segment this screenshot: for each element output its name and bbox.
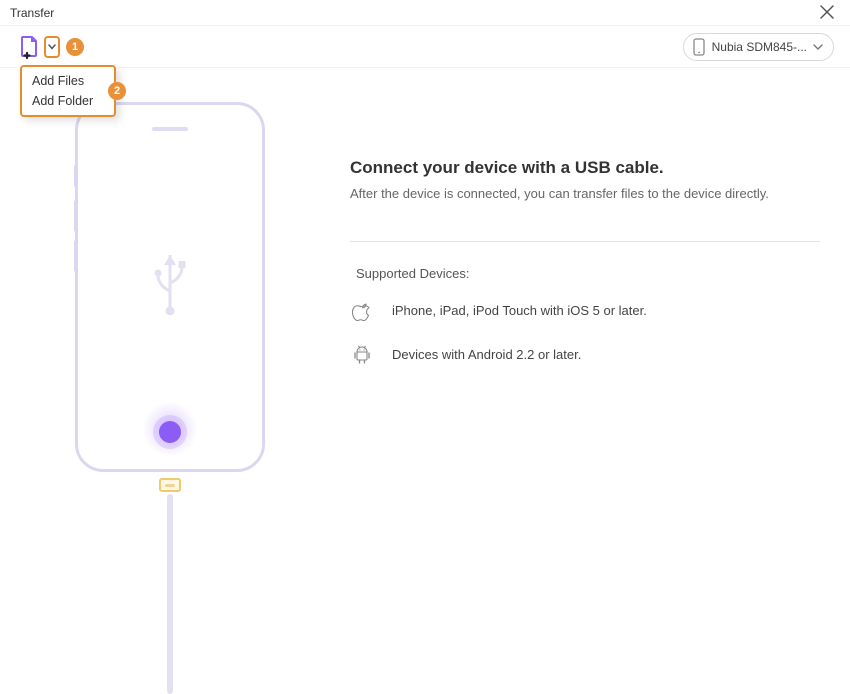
- add-file-icon: [18, 35, 42, 59]
- step-badge-1: 1: [66, 38, 84, 56]
- supported-device-text: Devices with Android 2.2 or later.: [392, 347, 581, 362]
- close-icon: [820, 5, 834, 19]
- device-selected-label: Nubia SDM845-...: [712, 40, 807, 54]
- divider: [350, 241, 820, 242]
- chevron-down-icon: [48, 44, 56, 50]
- toolbar: 1 Add Files Add Folder 2 Nubia SDM845-..…: [0, 26, 850, 68]
- info-panel: Connect your device with a USB cable. Af…: [350, 108, 820, 592]
- add-button[interactable]: [18, 35, 42, 59]
- chevron-down-icon: [813, 44, 823, 50]
- add-dropdown-toggle[interactable]: [44, 36, 60, 58]
- supported-device-android: Devices with Android 2.2 or later.: [350, 343, 820, 365]
- menu-add-folder[interactable]: Add Folder: [22, 91, 114, 111]
- apple-icon: [350, 299, 374, 321]
- usb-icon: [150, 245, 190, 320]
- step-badge-2: 2: [108, 82, 126, 100]
- add-dropdown-menu: Add Files Add Folder 2: [20, 65, 116, 117]
- phone-illustration: [30, 108, 310, 592]
- connect-subtitle: After the device is connected, you can t…: [350, 186, 820, 201]
- titlebar: Transfer: [0, 0, 850, 26]
- window-title: Transfer: [10, 6, 54, 20]
- supported-heading: Supported Devices:: [356, 266, 820, 281]
- supported-device-ios: iPhone, iPad, iPod Touch with iOS 5 or l…: [350, 299, 820, 321]
- content: Connect your device with a USB cable. Af…: [0, 68, 850, 592]
- menu-add-files[interactable]: Add Files: [22, 71, 114, 91]
- toolbar-left: 1 Add Files Add Folder 2: [18, 35, 84, 59]
- connect-title: Connect your device with a USB cable.: [350, 158, 820, 178]
- android-icon: [350, 343, 374, 365]
- device-selector[interactable]: Nubia SDM845-...: [683, 33, 834, 61]
- supported-device-text: iPhone, iPad, iPod Touch with iOS 5 or l…: [392, 303, 647, 318]
- phone-icon: [692, 38, 706, 56]
- close-button[interactable]: [814, 2, 840, 24]
